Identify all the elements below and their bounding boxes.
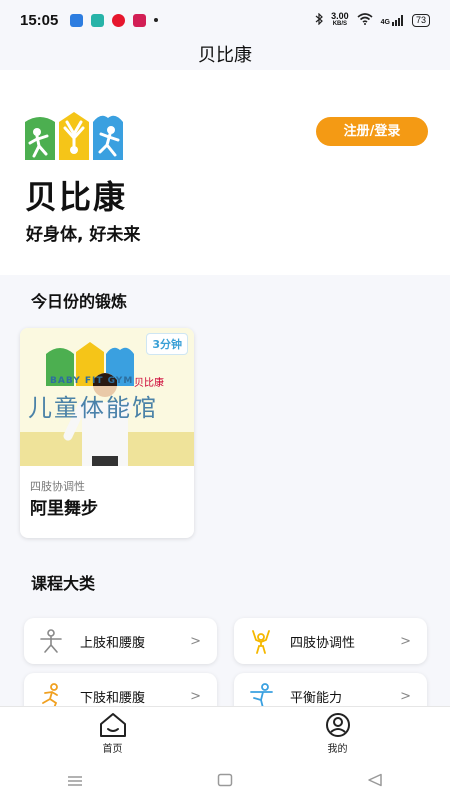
bottom-nav: 首页 我的 [0, 706, 450, 763]
more-notifications-dot [154, 18, 159, 22]
course-categories-title: 课程大类 [31, 574, 96, 593]
status-bar: 15:05 3.00 KB/S 4G 73 [0, 0, 450, 40]
notification-app-icon [91, 13, 105, 27]
menu-icon[interactable] [67, 772, 83, 791]
status-right: 3.00 KB/S 4G 73 [315, 12, 430, 28]
tab-home[interactable]: 首页 [0, 707, 225, 763]
chevron-right-icon: > [190, 688, 201, 704]
logo-blue-block-icon [93, 115, 123, 160]
workout-category: 四肢协调性 [30, 480, 85, 493]
brand-name: 贝比康 [25, 178, 128, 216]
network-speed-unit: KB/S [332, 21, 348, 27]
workout-card[interactable]: BABY FIT GYM 贝比康 儿童体能馆 3分钟 四肢协调性 阿里舞步 [20, 328, 194, 538]
app-title: 贝比康 [198, 45, 252, 65]
chevron-right-icon: > [400, 688, 411, 704]
upper-body-icon [38, 628, 64, 654]
slogan: 好身体, 好未来 [26, 225, 141, 245]
back-icon[interactable] [367, 772, 383, 791]
chevron-right-icon: > [190, 633, 201, 649]
workout-thumbnail[interactable]: BABY FIT GYM 贝比康 儿童体能馆 3分钟 [20, 328, 194, 466]
status-left: 15:05 [20, 11, 159, 29]
signal-label: 4G [380, 18, 390, 26]
thumb-sign-en: BABY FIT GYM [50, 376, 134, 386]
tab-mine[interactable]: 我的 [225, 707, 450, 763]
notification-app-icon [70, 13, 84, 27]
network-speed-value: 3.00 [331, 11, 349, 21]
workout-name: 阿里舞步 [30, 499, 98, 519]
notification-video-icon [133, 13, 147, 27]
home-icon [98, 712, 128, 738]
register-login-button[interactable]: 注册/登录 [316, 117, 428, 146]
chevron-right-icon: > [400, 633, 411, 649]
course-upper-body[interactable]: 上肢和腰腹 > [24, 618, 217, 664]
thumb-sign: 儿童体能馆 [28, 394, 158, 422]
logo-yellow-block-icon [59, 112, 89, 160]
tab-mine-label: 我的 [327, 744, 348, 755]
wifi-icon [357, 12, 373, 28]
coordination-icon [248, 628, 274, 654]
thumb-brand: 贝比康 [134, 378, 164, 389]
notification-weibo-icon [112, 13, 126, 27]
cellular-signal-icon: 4G [380, 14, 404, 26]
course-label: 平衡能力 [290, 690, 343, 706]
course-label: 上肢和腰腹 [80, 635, 146, 651]
today-workout-title: 今日份的锻炼 [31, 292, 128, 311]
brand-logo [25, 112, 123, 160]
battery-icon: 73 [411, 13, 430, 27]
course-coordination[interactable]: 四肢协调性 > [234, 618, 427, 664]
home-button-icon[interactable] [217, 772, 233, 791]
network-speed: 3.00 KB/S [331, 12, 349, 28]
duration-badge: 3分钟 [146, 333, 188, 355]
logo-green-block-icon [25, 117, 55, 160]
system-navigation-bar [0, 763, 450, 800]
course-label: 四肢协调性 [290, 635, 356, 651]
hero-banner: 贝比康 好身体, 好未来 注册/登录 [0, 70, 450, 275]
course-label: 下肢和腰腹 [80, 690, 146, 706]
bluetooth-icon [315, 12, 323, 28]
status-time: 15:05 [20, 11, 59, 29]
profile-icon [323, 712, 353, 738]
tab-home-label: 首页 [102, 744, 123, 755]
